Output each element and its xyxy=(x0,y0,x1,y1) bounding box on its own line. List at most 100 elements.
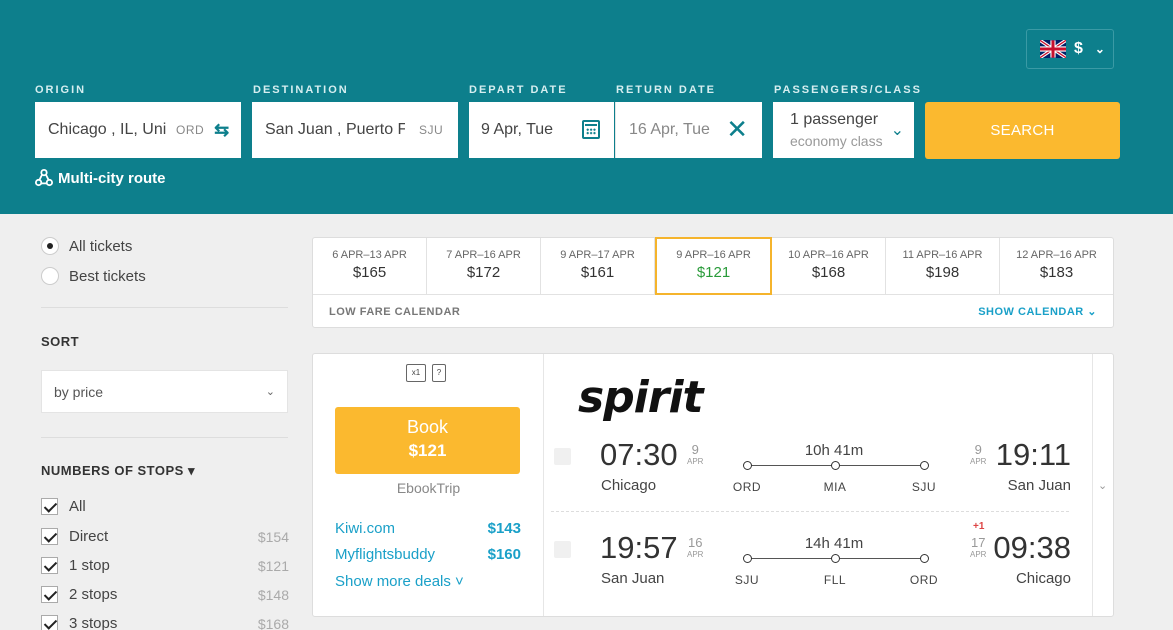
departure-date: 16 APR xyxy=(687,536,703,559)
date-option-selected[interactable]: 9 APR–16 APR $121 xyxy=(655,237,772,295)
departure-city: Chicago xyxy=(601,477,657,494)
arrival-date: 17 APR xyxy=(970,536,986,559)
checkbox[interactable] xyxy=(41,557,58,574)
day: 9 xyxy=(974,442,982,457)
stops-title[interactable]: NUMBERS OF STOPS ▾ xyxy=(41,463,195,479)
deal-row[interactable]: Kiwi.com $143 xyxy=(335,520,521,537)
radio-button[interactable] xyxy=(41,237,59,255)
depart-label: DEPART DATE xyxy=(469,84,568,96)
date-price: $172 xyxy=(466,264,501,281)
multi-city-link[interactable]: Multi-city route xyxy=(35,169,166,187)
origin-value: Chicago , IL, Uni xyxy=(48,121,167,138)
origin-label: ORIGIN xyxy=(35,84,87,96)
date-option[interactable]: 10 APR–16 APR $168 xyxy=(772,238,886,294)
checkbox[interactable] xyxy=(41,528,58,545)
currency-label: $ xyxy=(1074,40,1083,57)
book-label: Book xyxy=(406,417,449,437)
book-button[interactable]: Book $121 xyxy=(335,407,520,474)
departure-date: 9 APR xyxy=(687,443,703,466)
stop-label: Direct xyxy=(69,528,109,545)
checkbox[interactable] xyxy=(41,498,58,515)
stop-price: $168 xyxy=(257,615,289,630)
date-range: 9 APR–16 APR xyxy=(676,249,751,261)
arrival-date: 9 APR xyxy=(970,443,986,466)
stop-filter-1-stop[interactable]: 1 stop $121 xyxy=(41,557,289,574)
deal-agency[interactable]: Kiwi.com xyxy=(335,520,395,537)
stop-price: $154 xyxy=(257,528,289,545)
passengers-field[interactable]: 1 passenger economy class ⌄ xyxy=(773,102,914,158)
depart-date-field[interactable]: 9 Apr, Tue xyxy=(469,102,614,158)
stop-filter-2-stops[interactable]: 2 stops $148 xyxy=(41,586,289,603)
stop-filter-3-stops[interactable]: 3 stops $168 xyxy=(41,615,289,630)
close-icon[interactable]: ✕ xyxy=(726,116,748,142)
destination-label: DESTINATION xyxy=(253,84,349,96)
stop-filter-direct[interactable]: Direct $154 xyxy=(41,528,289,545)
date-price: $183 xyxy=(1039,264,1074,281)
passengers-value: 1 passenger xyxy=(790,111,879,128)
checked-bag-icon: x1 xyxy=(406,364,426,382)
segment-checkbox[interactable] xyxy=(554,448,571,465)
date-option[interactable]: 7 APR–16 APR $172 xyxy=(427,238,541,294)
date-option[interactable]: 6 APR–13 APR $165 xyxy=(313,238,427,294)
date-price: $168 xyxy=(811,264,846,281)
flight-segment-outbound: 07:30 9 APR Chicago 10h 41m ORD MIA SJU … xyxy=(544,434,1092,504)
deal-price[interactable]: $143 xyxy=(488,520,521,537)
sort-value: by price xyxy=(54,383,104,400)
low-fare-calendar-label: LOW FARE CALENDAR xyxy=(329,305,461,318)
day: 9 xyxy=(691,442,699,457)
deal-price[interactable]: $160 xyxy=(488,546,521,563)
uk-flag-icon xyxy=(1040,40,1066,58)
hand-luggage-icon: ? xyxy=(432,364,446,382)
show-more-deals-link[interactable]: Show more deals ˅ xyxy=(335,573,464,590)
return-date-field[interactable]: 16 Apr, Tue ✕ xyxy=(615,102,762,158)
return-label: RETURN DATE xyxy=(616,84,717,96)
depart-date-value: 9 Apr, Tue xyxy=(481,121,554,138)
stop-filter-all[interactable]: All xyxy=(41,498,289,515)
radio-all-tickets[interactable]: All tickets xyxy=(41,237,132,255)
chevron-down-icon: ⌄ xyxy=(265,386,275,398)
ticket-card: x1 ? Book $121 EbookTrip Kiwi.com $143 M… xyxy=(312,353,1114,617)
radio-button[interactable] xyxy=(41,267,59,285)
segment-checkbox[interactable] xyxy=(554,541,571,558)
date-option[interactable]: 12 APR–16 APR $183 xyxy=(1000,238,1113,294)
arrival-city: San Juan xyxy=(1007,477,1071,494)
checkbox[interactable] xyxy=(41,586,58,603)
airport-code: FLL xyxy=(823,573,847,587)
stop-node xyxy=(831,554,840,563)
language-currency-button[interactable]: $ ⌄ xyxy=(1026,29,1114,69)
duration: 10h 41m xyxy=(804,442,864,459)
divider xyxy=(41,437,288,438)
strip-footer: LOW FARE CALENDAR SHOW CALENDAR ⌄ xyxy=(313,295,1113,328)
return-date-value: 16 Apr, Tue xyxy=(629,121,710,138)
chevron-down-icon: ⌄ xyxy=(890,122,904,139)
destination-field[interactable]: San Juan , Puerto F SJU xyxy=(252,102,458,158)
book-price: $121 xyxy=(408,441,447,460)
date-option[interactable]: 11 APR–16 APR $198 xyxy=(886,238,1000,294)
airline-logo: spirit xyxy=(578,372,704,423)
chevron-down-icon: ⌄ xyxy=(1094,42,1105,56)
origin-field[interactable]: Chicago , IL, Uni ORD ⇆ xyxy=(35,102,241,158)
day: 17 xyxy=(970,535,986,550)
calendar-icon[interactable] xyxy=(582,120,600,139)
expand-ticket[interactable]: ⌄ xyxy=(1092,354,1113,616)
show-calendar-link[interactable]: SHOW CALENDAR ⌄ xyxy=(978,305,1097,318)
radio-best-tickets[interactable]: Best tickets xyxy=(41,267,146,285)
sort-select[interactable]: by price ⌄ xyxy=(41,370,288,413)
arrival-time: 19:11 xyxy=(995,437,1071,472)
baggage-icons: x1 ? xyxy=(406,364,446,382)
checkbox[interactable] xyxy=(41,615,58,630)
next-day-badge: +1 xyxy=(973,521,985,532)
radio-label: Best tickets xyxy=(69,267,146,285)
month: APR xyxy=(970,550,987,559)
date-cells: 6 APR–13 APR $165 7 APR–16 APR $172 9 AP… xyxy=(313,237,1113,295)
deal-agency[interactable]: Myflightsbuddy xyxy=(335,546,435,563)
date-range: 12 APR–16 APR xyxy=(1016,249,1097,261)
date-option[interactable]: 9 APR–17 APR $161 xyxy=(541,238,655,294)
stop-label: 1 stop xyxy=(69,557,110,574)
radio-label: All tickets xyxy=(69,237,133,255)
deal-row[interactable]: Myflightsbuddy $160 xyxy=(335,546,521,563)
airport-code: SJU xyxy=(734,573,760,587)
swap-icon[interactable]: ⇆ xyxy=(214,120,229,141)
month: APR xyxy=(687,457,704,466)
search-button[interactable]: SEARCH xyxy=(925,102,1120,159)
